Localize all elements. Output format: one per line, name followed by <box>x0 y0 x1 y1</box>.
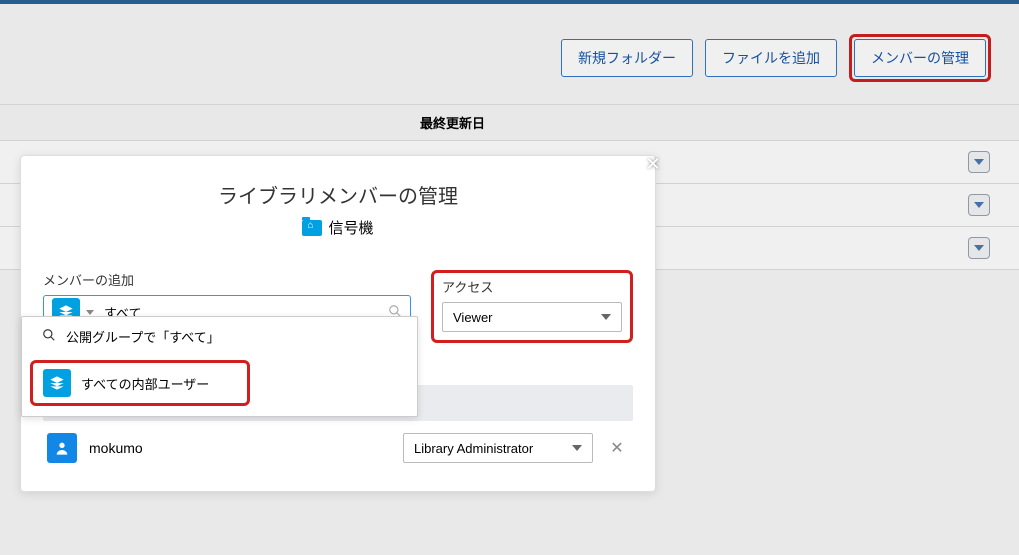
suggest-group-hint-text: 公開グループで「すべて」 <box>66 327 220 346</box>
remove-member-button[interactable]: ✕ <box>605 438 629 458</box>
member-role-select[interactable]: Library Administrator <box>403 433 593 463</box>
caret-down-icon <box>572 445 582 451</box>
access-group: アクセス Viewer <box>442 277 622 332</box>
member-name: mokumo <box>89 440 391 456</box>
access-value: Viewer <box>453 310 493 325</box>
add-member-label: メンバーの追加 <box>43 270 411 289</box>
close-icon[interactable]: ✕ <box>643 154 663 174</box>
access-label: アクセス <box>442 277 622 296</box>
user-icon <box>47 433 77 463</box>
search-icon <box>42 328 56 345</box>
access-select[interactable]: Viewer <box>442 302 622 332</box>
library-icon <box>302 220 322 236</box>
member-role-value: Library Administrator <box>414 441 533 456</box>
layers-icon <box>43 369 71 397</box>
manage-members-modal: ✕ ライブラリメンバーの管理 信号機 メンバーの追加 <box>20 155 656 492</box>
caret-down-icon <box>601 314 611 320</box>
suggest-group-hint[interactable]: 公開グループで「すべて」 <box>22 317 417 356</box>
suggest-all-users[interactable]: すべての内部ユーザー <box>43 369 237 397</box>
member-row: mokumo Library Administrator ✕ <box>43 421 633 463</box>
suggest-all-users-text: すべての内部ユーザー <box>81 374 209 393</box>
access-highlight: アクセス Viewer <box>431 270 633 343</box>
member-suggest-popup: 公開グループで「すべて」 すべての内部ユーザー <box>21 316 418 417</box>
scope-caret-icon[interactable] <box>86 310 94 315</box>
modal-body: メンバーの追加 アクセス Viewer <box>21 238 655 463</box>
library-name: 信号機 <box>328 217 373 238</box>
suggest-all-users-highlight: すべての内部ユーザー <box>30 360 250 406</box>
modal-title: ライブラリメンバーの管理 <box>21 180 655 209</box>
modal-subtitle: 信号機 <box>21 217 655 238</box>
